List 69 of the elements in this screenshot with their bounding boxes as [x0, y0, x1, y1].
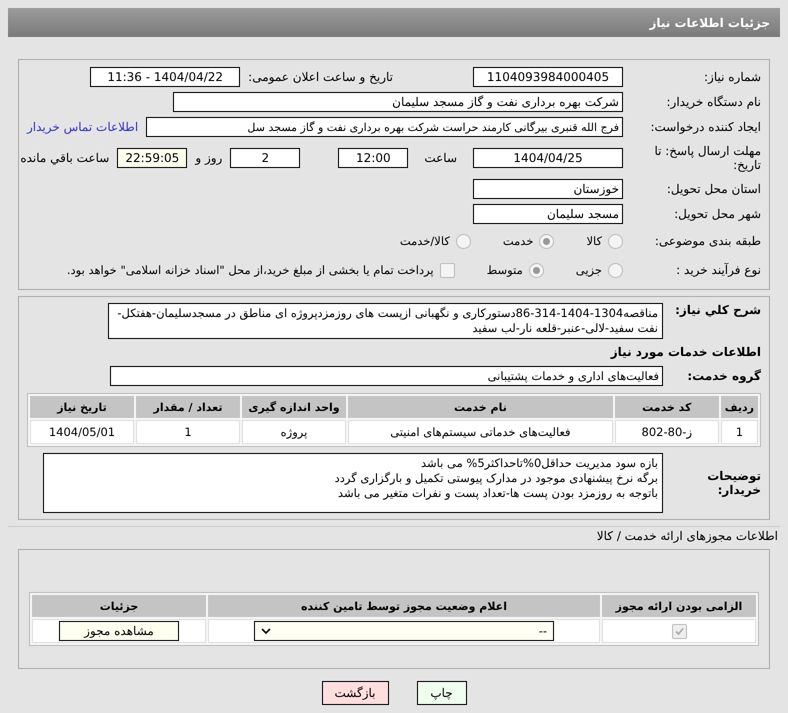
text-field[interactable]: فعالیت‌های اداری و خدمات پشتیبانی [110, 366, 663, 386]
table-cell: پروژه [242, 420, 346, 444]
text-field[interactable]: 1104093984000405 [473, 67, 623, 87]
radio-button[interactable] [608, 262, 623, 278]
radio-label: کالا/خدمت [400, 234, 450, 248]
text-field[interactable]: 1404/04/22 - 11:36 [90, 67, 240, 87]
page-header: جزئیات اطلاعات نیاز [8, 8, 780, 37]
text-field[interactable]: خوزستان [473, 179, 623, 199]
field-label: نام دستگاه خریدار: [666, 95, 761, 109]
note-line: بازه سود مدیریت حداقل0%تاحداکثر5% می باشد [420, 456, 658, 471]
view-permit-button[interactable]: مشاهده مجوز [59, 621, 179, 641]
radio-label: جزیی [576, 263, 602, 277]
table-cell: 1404/05/01 [30, 420, 134, 444]
table-cell: 1 [136, 420, 240, 444]
field-label: شهر محل تحویل: [673, 207, 761, 221]
field-label: مهلت ارسال پاسخ: تا تاریخ: [653, 144, 761, 172]
field-label: ساعت باقي مانده [20, 151, 110, 165]
radio-label: متوسط [486, 263, 523, 277]
column-header: اعلام وضعیت مجوز توسط تامین کننده [208, 595, 600, 617]
column-header: نام خدمت [348, 396, 613, 418]
days-field[interactable]: 2 [230, 148, 300, 168]
field-label: نوع فرآیند خرید : [675, 263, 761, 277]
column-header: جزئیات [32, 595, 206, 617]
field-label: ایجاد کننده درخواست: [649, 120, 761, 134]
text-field[interactable]: فرج الله قنبری بیرگانی کارمند حراست شرکت بهره برداری نفت و گاز مسجد سل [146, 117, 623, 137]
radio-button[interactable] [528, 262, 544, 278]
radio-button[interactable] [456, 234, 471, 248]
radio-button[interactable] [539, 234, 554, 248]
radio-button[interactable] [608, 234, 623, 248]
checkbox-label: پرداخت تمام یا بخشی از مبلغ خرید،از محل "اسناد خزانه اسلامی" خواهد بود. [66, 263, 434, 277]
field-label: گروه خدمت: [686, 369, 761, 383]
field-label: استان محل تحویل: [666, 182, 761, 196]
radio-label: کالا [586, 234, 602, 248]
field-label: شرح كلي نياز: [674, 303, 761, 317]
checkbox[interactable] [672, 624, 686, 638]
field-label: توضیحات خریدار: [706, 469, 761, 497]
buyer-contact-link[interactable]: اطلاعات تماس خریدار [27, 120, 138, 134]
notes-textarea[interactable]: بازه سود مدیریت حداقل0%تاحداکثر5% می باشد برگه نرخ پیشنهادی موجود در مدارک پیوستی تکمیل و بارگزاری گردد باتوجه به روزمزد بودن پست ها-تعداد پست و نفرات متغیر می باشد [43, 453, 663, 513]
time-field[interactable]: 12:00 [338, 148, 408, 168]
column-header: ردیف [720, 396, 758, 418]
checkbox[interactable] [440, 262, 455, 278]
field-label: تاریخ و ساعت اعلان عمومی: [248, 70, 393, 84]
field-label: شماره نیاز: [703, 70, 761, 84]
table-cell: 1 [720, 420, 758, 444]
date-field[interactable]: 1404/04/25 [473, 148, 623, 168]
column-header: واحد اندازه گیری [242, 396, 346, 418]
chevron-down-icon [261, 628, 271, 634]
section-title: اطلاعات مجوزهای ارائه خدمت / کالا [596, 529, 778, 543]
field-label: روز و [195, 151, 222, 165]
table-cell: ز-80-802 [614, 420, 719, 444]
field-label: ساعت [424, 151, 457, 165]
column-header: تعداد / مقدار [136, 396, 240, 418]
print-button[interactable]: چاپ [416, 681, 466, 705]
column-header: الزامی بودن ارائه مجوز [602, 595, 756, 617]
column-header: تاریخ نیاز [30, 396, 134, 418]
status-dropdown[interactable]: -- [254, 621, 554, 641]
radio-label: خدمت [502, 234, 534, 248]
back-button[interactable]: بازگشت [322, 681, 388, 705]
section-title: اطلاعات خدمات مورد نياز [609, 345, 761, 359]
check-icon [674, 626, 684, 636]
text-field[interactable]: مسجد سلیمان [473, 204, 623, 224]
note-line: باتوجه به روزمزد بودن پست ها-تعداد پست و نفرات متغیر می باشد [336, 486, 658, 501]
table-cell: فعالیت‌های خدماتی سیستم‌های امنیتی [348, 420, 613, 444]
column-header: کد خدمت [614, 396, 719, 418]
field-label: طبقه بندی موضوعی: [654, 234, 761, 248]
description-textarea[interactable]: مناقصه1304-1404-314-86دستورکاری و نگهبانی ازپست های روزمزدپروژه ای مناطق در مسجدسلیمان-هفتکل-نفت سفید-لالی-عنبر-قلعه نار-لب سفید [108, 303, 663, 339]
text-field[interactable]: شرکت بهره برداری نفت و گاز مسجد سلیمان [173, 92, 623, 112]
note-line: برگه نرخ پیشنهادی موجود در مدارک پیوستی تکمیل و بارگزاری گردد [334, 471, 658, 486]
remaining-time-field: 22:59:05 [117, 148, 188, 168]
